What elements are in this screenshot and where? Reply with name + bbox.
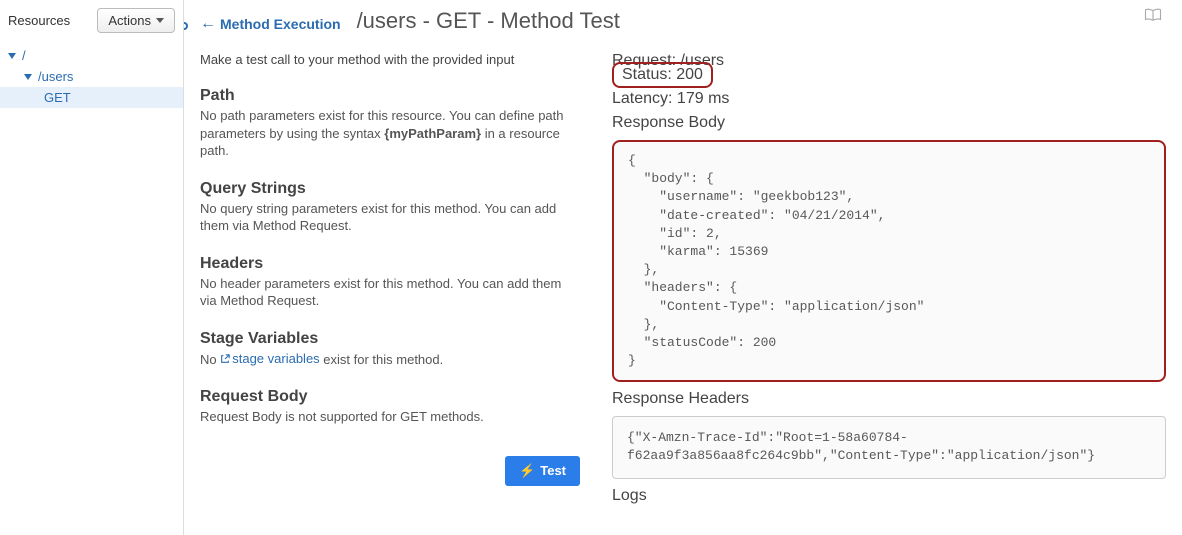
- resource-tree: / /users GET: [0, 41, 183, 112]
- stage-variables-link[interactable]: stage variables: [220, 350, 319, 368]
- page-title: /users - GET - Method Test: [357, 8, 620, 34]
- intro-text: Make a test call to your method with the…: [200, 52, 580, 67]
- pipeline-indicator-icon: [184, 22, 188, 30]
- body-text: Request Body is not supported for GET me…: [200, 408, 580, 426]
- caret-down-icon: [24, 74, 32, 80]
- sidebar: Resources Actions / /users GET: [0, 0, 184, 535]
- test-button[interactable]: ⚡ Test: [505, 456, 580, 486]
- latency: Latency: 179 ms: [612, 90, 1166, 108]
- test-button-label: Test: [540, 463, 566, 478]
- arrow-left-icon: ←: [200, 15, 216, 33]
- tree-leaf-get[interactable]: GET: [0, 87, 183, 108]
- query-title: Query Strings: [200, 180, 580, 198]
- status-highlight: Status: 200: [612, 62, 713, 88]
- response-headers: {"X-Amzn-Trace-Id":"Root=1-58a60784-f62a…: [612, 416, 1166, 478]
- back-link-label: Method Execution: [220, 16, 341, 32]
- actions-button-label: Actions: [108, 13, 151, 28]
- breadcrumb: ← Method Execution /users - GET - Method…: [200, 8, 1166, 34]
- back-link[interactable]: ← Method Execution: [200, 15, 341, 33]
- path-section: Path No path parameters exist for this r…: [200, 87, 580, 160]
- tree-leaf-label: GET: [44, 90, 71, 105]
- caret-down-icon: [8, 53, 16, 59]
- external-link-icon: [220, 354, 230, 364]
- stage-section: Stage Variables No stage variables exist…: [200, 330, 580, 368]
- response-body: { "body": { "username": "geekbob123", "d…: [612, 140, 1166, 382]
- headers-section: Headers No header parameters exist for t…: [200, 255, 580, 310]
- tree-child[interactable]: /users: [0, 66, 183, 87]
- body-title: Request Body: [200, 388, 580, 406]
- actions-button[interactable]: Actions: [97, 8, 175, 33]
- caret-down-icon: [156, 18, 164, 23]
- stage-text: No stage variables exist for this method…: [200, 350, 580, 368]
- tree-root[interactable]: /: [0, 45, 183, 66]
- stage-title: Stage Variables: [200, 330, 580, 348]
- headers-title: Headers: [200, 255, 580, 273]
- body-section: Request Body Request Body is not support…: [200, 388, 580, 426]
- path-title: Path: [200, 87, 580, 105]
- query-text: No query string parameters exist for thi…: [200, 200, 580, 235]
- response-body-title: Response Body: [612, 114, 1166, 132]
- response-headers-title: Response Headers: [612, 390, 1166, 408]
- tree-root-label: /: [22, 48, 26, 63]
- sidebar-title: Resources: [8, 13, 70, 28]
- logs-title: Logs: [612, 487, 1166, 505]
- headers-text: No header parameters exist for this meth…: [200, 275, 580, 310]
- test-form: Make a test call to your method with the…: [200, 52, 580, 513]
- bolt-icon: ⚡: [519, 463, 535, 479]
- query-section: Query Strings No query string parameters…: [200, 180, 580, 235]
- status-code: Status: 200: [622, 66, 703, 83]
- book-icon[interactable]: [1144, 8, 1162, 22]
- response-panel: Request: /users Status: 200 Latency: 179…: [612, 52, 1166, 513]
- main: ← Method Execution /users - GET - Method…: [184, 0, 1182, 535]
- path-text: No path parameters exist for this resour…: [200, 107, 580, 160]
- tree-child-label: /users: [38, 69, 73, 84]
